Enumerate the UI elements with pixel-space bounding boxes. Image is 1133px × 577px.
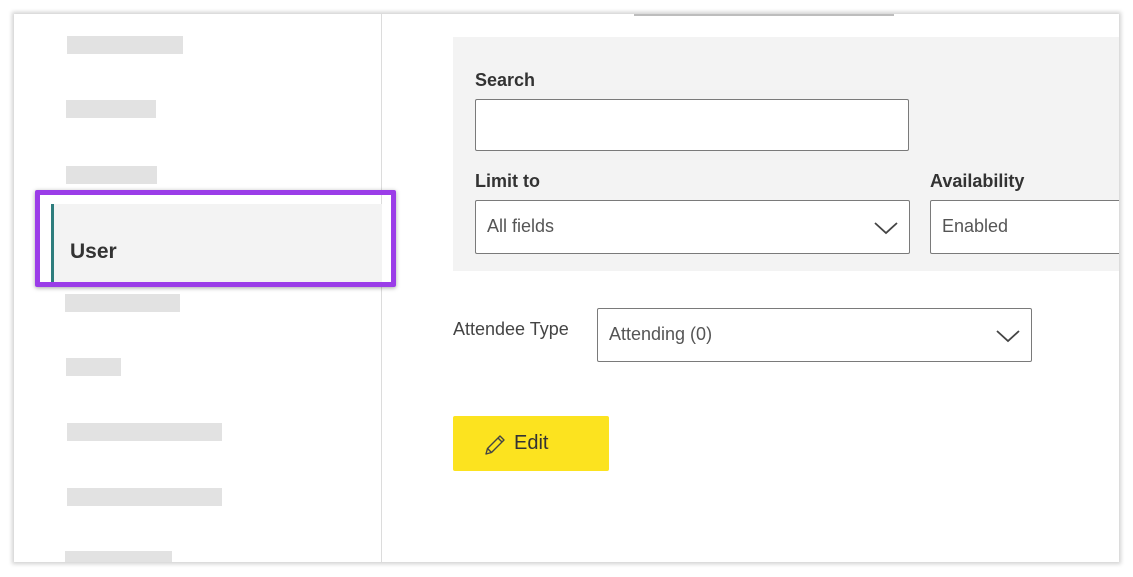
edit-button[interactable]: Edit bbox=[453, 416, 609, 471]
attendee-type-value: Attending (0) bbox=[609, 324, 713, 344]
filter-panel: Search Limit to All fields Availability … bbox=[453, 37, 1119, 271]
availability-label: Availability bbox=[930, 171, 1025, 191]
limit-to-value: All fields bbox=[487, 216, 555, 236]
sidebar-item-placeholder[interactable] bbox=[65, 551, 172, 562]
attendee-type-label: Attendee Type bbox=[453, 319, 569, 339]
sidebar-item-placeholder[interactable] bbox=[66, 358, 121, 376]
availability-select[interactable]: Enabled bbox=[930, 200, 1119, 254]
sidebar bbox=[14, 14, 382, 562]
sidebar-item-label: User bbox=[70, 240, 117, 263]
limit-to-select[interactable]: All fields bbox=[475, 200, 910, 254]
attendee-type-select[interactable]: Attending (0) bbox=[597, 308, 1032, 362]
sidebar-item-placeholder[interactable] bbox=[65, 294, 180, 312]
sidebar-item-placeholder[interactable] bbox=[66, 100, 156, 118]
limit-to-label: Limit to bbox=[475, 171, 540, 191]
sidebar-item-placeholder[interactable] bbox=[67, 488, 222, 506]
sidebar-item-placeholder[interactable] bbox=[66, 166, 157, 184]
sidebar-item-user[interactable]: User bbox=[51, 204, 382, 286]
sidebar-item-placeholder[interactable] bbox=[67, 423, 222, 441]
app-window: User Search Limit to All fields Availabi… bbox=[14, 14, 1119, 562]
availability-value: Enabled bbox=[942, 216, 1009, 236]
sidebar-item-placeholder[interactable] bbox=[67, 36, 183, 54]
pencil-icon bbox=[485, 435, 505, 455]
search-input[interactable] bbox=[475, 99, 909, 151]
clipped-heading-text bbox=[634, 14, 934, 17]
chevron-down-icon bbox=[996, 330, 1020, 343]
chevron-down-icon bbox=[874, 222, 898, 235]
search-label: Search bbox=[475, 70, 536, 90]
edit-button-label: Edit bbox=[514, 432, 549, 454]
